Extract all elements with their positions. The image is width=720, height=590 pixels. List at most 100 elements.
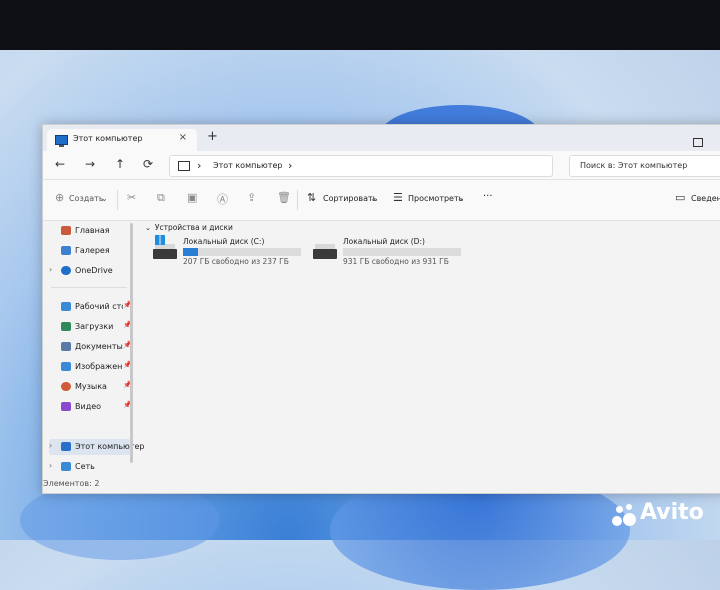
drive-d[interactable]: Локальный диск (D:) 931 ГБ свободно из 9… bbox=[313, 237, 463, 271]
sidebar-item-label: Музыка bbox=[75, 382, 107, 391]
maximize-button[interactable] bbox=[693, 138, 703, 147]
drive-free-space: 931 ГБ свободно из 931 ГБ bbox=[343, 257, 449, 266]
file-explorer-window: Этот компьютер × + ← → ↑ ⟳ › Этот компью… bbox=[42, 124, 720, 494]
sidebar-item-network[interactable]: › Сеть bbox=[49, 459, 133, 475]
sidebar-item-label: Этот компьютер bbox=[75, 442, 145, 451]
chevron-right-icon[interactable]: › bbox=[49, 265, 52, 274]
drive-name: Локальный диск (C:) bbox=[183, 237, 265, 246]
avito-logo-icon bbox=[612, 504, 638, 526]
sidebar-item-label: Рабочий сто bbox=[75, 302, 123, 311]
new-tab-button[interactable]: + bbox=[207, 129, 218, 144]
tab-this-pc[interactable]: Этот компьютер × bbox=[47, 129, 197, 151]
share-icon[interactable]: ⇪ bbox=[247, 191, 256, 204]
screen-bezel bbox=[0, 0, 720, 50]
gallery-icon bbox=[61, 246, 71, 255]
sort-icon: ⇅ bbox=[307, 191, 317, 204]
drive-name: Локальный диск (D:) bbox=[343, 237, 425, 246]
desktop-icon bbox=[61, 302, 71, 311]
drive-c[interactable]: Локальный диск (C:) 207 ГБ свободно из 2… bbox=[153, 235, 303, 271]
navigation-bar: ← → ↑ ⟳ › Этот компьютер › Поиск в: Этот… bbox=[43, 151, 720, 180]
music-icon bbox=[61, 382, 71, 391]
close-tab-icon[interactable]: × bbox=[179, 132, 187, 143]
sidebar-item-music[interactable]: Музыка 📌 bbox=[49, 379, 133, 395]
chevron-right-icon[interactable]: › bbox=[49, 441, 52, 450]
group-header[interactable]: ⌄ Устройства и диски bbox=[145, 223, 233, 232]
plus-circle-icon: ⊕ bbox=[55, 191, 65, 204]
title-bar: Этот компьютер × + bbox=[43, 125, 720, 151]
details-button[interactable]: Сведени bbox=[691, 194, 720, 203]
main-content: ⌄ Устройства и диски Локальный диск (C:) … bbox=[139, 221, 720, 471]
chevron-down-icon: ⌄ bbox=[145, 224, 151, 232]
sidebar-item-label: Видео bbox=[75, 402, 102, 411]
breadcrumb-this-pc[interactable]: Этот компьютер bbox=[213, 161, 282, 170]
chevron-down-icon: ⌄ bbox=[101, 194, 108, 203]
create-button[interactable]: Создать bbox=[69, 194, 104, 203]
details-pane-icon: ▭ bbox=[675, 191, 686, 204]
network-icon bbox=[61, 462, 71, 471]
sidebar-item-label: Галерея bbox=[75, 246, 110, 255]
navigation-pane: Главная Галерея › OneDrive Рабочий сто 📌… bbox=[43, 221, 144, 471]
computer-icon bbox=[61, 442, 71, 451]
address-bar[interactable]: › Этот компьютер › bbox=[169, 155, 553, 177]
sidebar-scrollbar[interactable] bbox=[130, 223, 133, 463]
search-input[interactable]: Поиск в: Этот компьютер bbox=[569, 155, 720, 177]
documents-icon bbox=[61, 342, 71, 351]
windows-logo-icon bbox=[155, 235, 165, 245]
tab-title: Этот компьютер bbox=[73, 134, 143, 143]
sidebar-item-onedrive[interactable]: › OneDrive bbox=[49, 263, 133, 279]
sidebar-item-desktop[interactable]: Рабочий сто 📌 bbox=[49, 299, 133, 315]
drive-icon bbox=[153, 244, 177, 259]
sidebar-item-label: Сеть bbox=[75, 462, 95, 471]
sidebar-item-downloads[interactable]: Загрузки 📌 bbox=[49, 319, 133, 335]
chevron-right-icon[interactable]: › bbox=[49, 461, 52, 470]
sidebar-item-label: Изображен bbox=[75, 362, 123, 371]
rename-icon[interactable]: Ⓐ bbox=[217, 191, 228, 207]
sidebar-item-documents[interactable]: Документы 📌 bbox=[49, 339, 133, 355]
video-icon bbox=[61, 402, 71, 411]
chevron-down-icon: ⌄ bbox=[370, 194, 377, 203]
home-icon bbox=[61, 226, 71, 235]
view-button[interactable]: Просмотреть bbox=[408, 194, 463, 203]
cut-icon[interactable]: ✂ bbox=[127, 191, 136, 204]
chevron-down-icon: ⌄ bbox=[457, 194, 464, 203]
search-placeholder: Поиск в: Этот компьютер bbox=[580, 161, 688, 170]
sidebar-item-label: Главная bbox=[75, 226, 110, 235]
sidebar-item-label: Загрузки bbox=[75, 322, 114, 331]
divider bbox=[297, 190, 298, 210]
drive-free-space: 207 ГБ свободно из 237 ГБ bbox=[183, 257, 289, 266]
breadcrumb-separator[interactable]: › bbox=[288, 159, 292, 172]
computer-icon bbox=[55, 135, 68, 147]
view-icon: ☰ bbox=[393, 191, 403, 204]
drive-usage-bar bbox=[183, 248, 301, 256]
forward-button[interactable]: → bbox=[85, 157, 95, 171]
back-button[interactable]: ← bbox=[55, 157, 65, 171]
sidebar-item-home[interactable]: Главная bbox=[49, 223, 133, 239]
sidebar-item-pictures[interactable]: Изображен 📌 bbox=[49, 359, 133, 375]
download-icon bbox=[61, 322, 71, 331]
paste-icon[interactable]: ▣ bbox=[187, 191, 197, 204]
sidebar-item-videos[interactable]: Видео 📌 bbox=[49, 399, 133, 415]
drive-usage-fill bbox=[183, 248, 199, 256]
group-header-label: Устройства и диски bbox=[154, 223, 233, 232]
items-count: Элементов: 2 bbox=[43, 479, 100, 488]
breadcrumb-separator[interactable]: › bbox=[197, 159, 201, 172]
avito-watermark: Avito bbox=[612, 500, 720, 530]
computer-icon bbox=[178, 161, 190, 171]
sidebar-item-this-pc[interactable]: › Этот компьютер bbox=[49, 439, 144, 455]
avito-text: Avito bbox=[640, 500, 704, 525]
up-button[interactable]: ↑ bbox=[115, 157, 125, 171]
copy-icon[interactable]: ⧉ bbox=[157, 191, 165, 205]
sidebar-item-label: OneDrive bbox=[75, 266, 113, 275]
command-bar: ⊕ Создать ⌄ ✂ ⧉ ▣ Ⓐ ⇪ 🗑 ⇅ Сортировать ⌄ … bbox=[43, 180, 720, 221]
drive-usage-bar bbox=[343, 248, 461, 256]
sidebar-item-gallery[interactable]: Галерея bbox=[49, 243, 133, 259]
more-options-button[interactable]: ··· bbox=[483, 191, 493, 202]
refresh-button[interactable]: ⟳ bbox=[143, 157, 153, 171]
drive-icon bbox=[313, 244, 337, 259]
pictures-icon bbox=[61, 362, 71, 371]
divider bbox=[117, 190, 118, 210]
cloud-icon bbox=[61, 266, 71, 275]
divider bbox=[51, 287, 127, 288]
delete-icon[interactable]: 🗑 bbox=[277, 191, 291, 204]
sidebar-item-label: Документы bbox=[75, 342, 123, 351]
